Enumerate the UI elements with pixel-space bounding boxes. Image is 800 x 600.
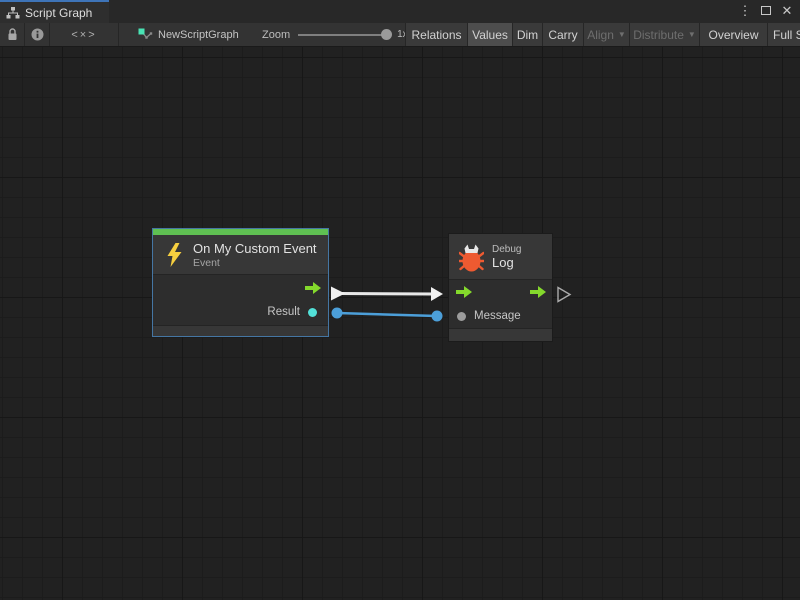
value-port-dot[interactable] bbox=[457, 312, 466, 321]
zoom-control: Zoom 1x bbox=[262, 23, 408, 46]
port-label: Result bbox=[267, 306, 300, 318]
info-icon bbox=[31, 28, 44, 41]
node-category: Debug bbox=[492, 244, 521, 255]
graph-name-breadcrumb[interactable]: NewScriptGraph bbox=[138, 23, 239, 46]
maximize-icon[interactable] bbox=[759, 1, 773, 21]
control-input-arrow-icon[interactable] bbox=[456, 286, 472, 298]
control-output-port[interactable] bbox=[153, 276, 328, 300]
node-footer bbox=[449, 329, 552, 341]
lock-button[interactable] bbox=[0, 23, 24, 46]
zoom-slider-handle[interactable] bbox=[381, 29, 392, 40]
value-connection[interactable] bbox=[332, 308, 443, 322]
zoom-slider-track[interactable] bbox=[298, 34, 390, 36]
angle-brackets-x-icon: <×> bbox=[71, 29, 96, 41]
node-header[interactable]: Debug Log bbox=[449, 234, 552, 279]
script-graph-asset-icon bbox=[138, 28, 153, 41]
graph-canvas[interactable]: On My Custom Event Event Result bbox=[0, 47, 800, 600]
chevron-down-icon: ▼ bbox=[688, 30, 696, 39]
graph-toolbar: <×> NewScriptGraph Zoom 1x Rel bbox=[0, 23, 800, 47]
control-ports-row bbox=[449, 280, 552, 304]
node-title: Log bbox=[492, 255, 521, 270]
unconnected-control-marker[interactable] bbox=[558, 288, 570, 302]
dim-button[interactable]: Dim bbox=[512, 23, 542, 46]
carry-button[interactable]: Carry bbox=[542, 23, 583, 46]
overview-button[interactable]: Overview bbox=[699, 23, 767, 46]
node-debug-log[interactable]: Debug Log bbox=[448, 233, 553, 342]
distribute-dropdown[interactable]: Distribute ▼ bbox=[629, 23, 699, 46]
window-controls: ⋮ ✕ bbox=[738, 0, 800, 22]
result-output-port[interactable]: Result bbox=[153, 300, 328, 324]
lock-icon bbox=[7, 28, 18, 41]
graph-hierarchy-icon bbox=[6, 7, 20, 19]
chevron-down-icon: ▼ bbox=[618, 30, 626, 39]
port-label: Message bbox=[474, 310, 521, 322]
tab-script-graph[interactable]: Script Graph bbox=[0, 0, 109, 23]
message-input-port[interactable]: Message bbox=[449, 304, 552, 328]
connections-layer bbox=[0, 47, 800, 600]
node-subtitle: Event bbox=[193, 257, 317, 269]
node-title: On My Custom Event bbox=[193, 241, 317, 256]
info-button[interactable] bbox=[25, 23, 49, 46]
relations-button[interactable]: Relations bbox=[405, 23, 467, 46]
lightning-bolt-icon bbox=[165, 243, 184, 267]
node-footer bbox=[153, 326, 328, 336]
code-toggle-button[interactable]: <×> bbox=[50, 23, 118, 46]
more-options-icon[interactable]: ⋮ bbox=[738, 1, 752, 21]
node-header[interactable]: On My Custom Event Event bbox=[153, 235, 328, 274]
script-graph-window: Script Graph ⋮ ✕ bbox=[0, 0, 800, 600]
control-connection[interactable] bbox=[331, 287, 443, 302]
window-tab-bar: Script Graph ⋮ ✕ bbox=[0, 0, 800, 23]
toolbar-buttons: Relations Values Dim Carry Align ▼ Distr… bbox=[405, 23, 800, 46]
align-dropdown[interactable]: Align ▼ bbox=[583, 23, 629, 46]
bug-icon bbox=[459, 242, 484, 272]
graph-name-label: NewScriptGraph bbox=[158, 29, 239, 41]
control-output-arrow-icon[interactable] bbox=[530, 286, 546, 298]
value-port-dot[interactable] bbox=[308, 308, 317, 317]
tab-title: Script Graph bbox=[25, 6, 92, 20]
close-icon[interactable]: ✕ bbox=[780, 1, 794, 21]
node-on-my-custom-event[interactable]: On My Custom Event Event Result bbox=[152, 228, 329, 337]
zoom-label: Zoom bbox=[262, 29, 290, 41]
full-screen-button[interactable]: Full S bbox=[767, 23, 800, 46]
values-button[interactable]: Values bbox=[467, 23, 512, 46]
control-port-arrow-icon bbox=[305, 282, 321, 294]
